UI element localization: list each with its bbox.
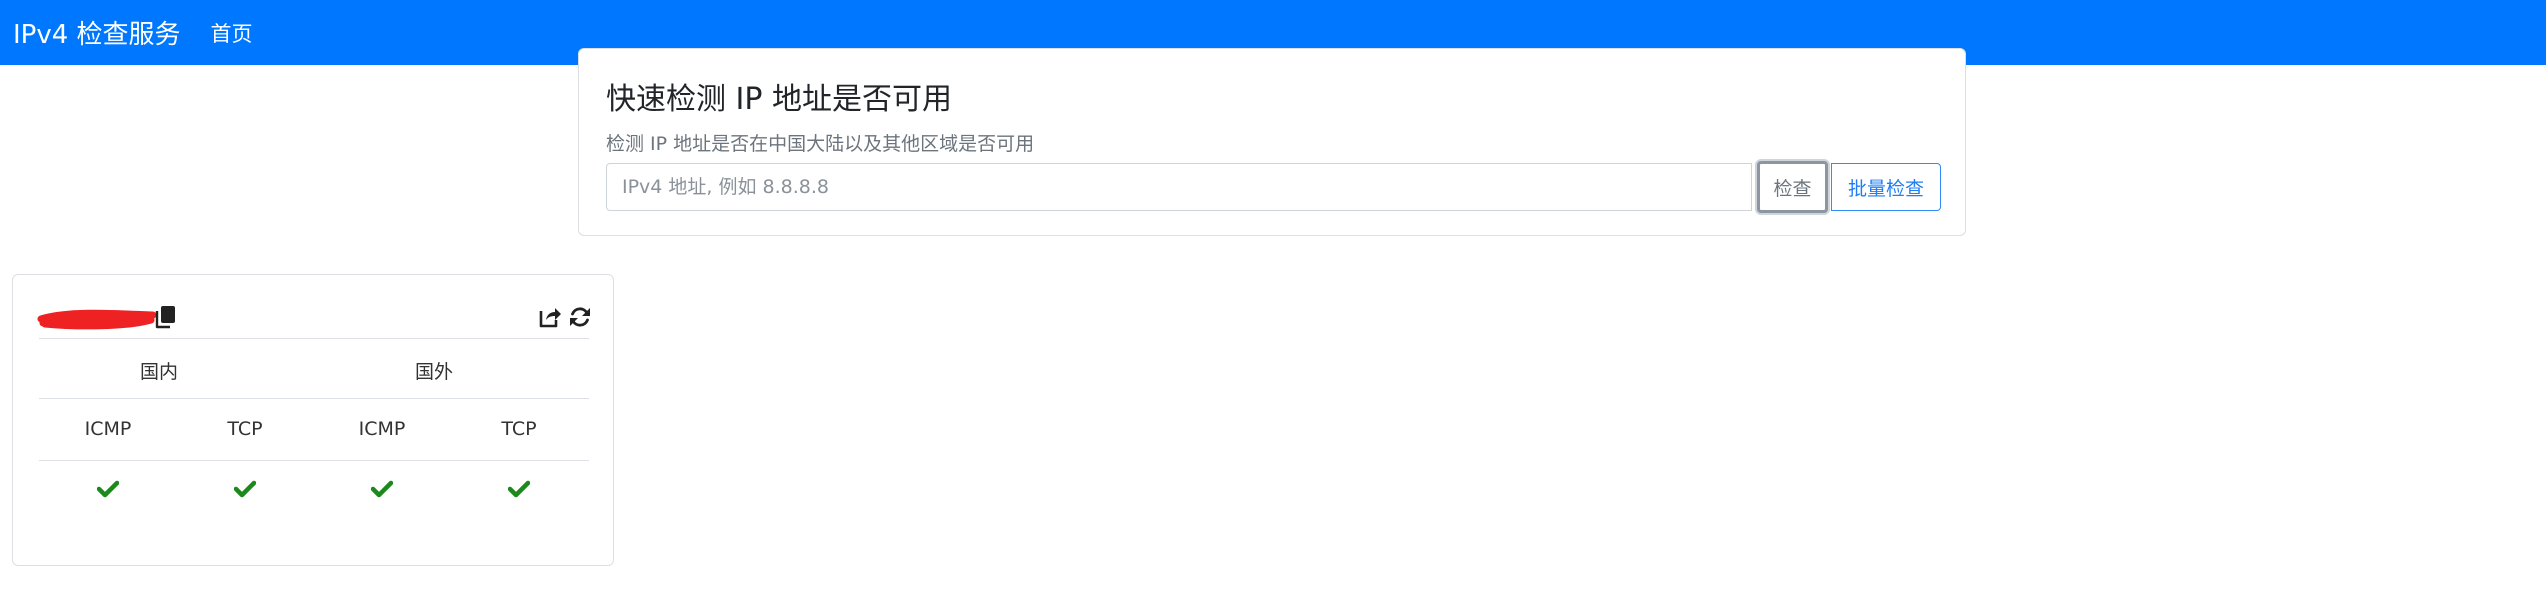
column-header-tcp: TCP xyxy=(227,418,263,440)
quick-check-card: 快速检测 IP 地址是否可用 检测 IP 地址是否在中国大陆以及其他区域是否可用… xyxy=(578,48,1966,236)
divider xyxy=(39,338,589,339)
copy-icon[interactable] xyxy=(155,305,177,329)
result-card: 国内 国外 ICMP TCP ICMP TCP xyxy=(12,274,614,566)
redacted-ip-scribble xyxy=(37,309,157,330)
batch-check-button[interactable]: 批量检查 xyxy=(1831,163,1941,211)
check-icon xyxy=(97,480,119,498)
brand-link[interactable]: IPv4 检查服务 xyxy=(13,14,181,51)
share-icon[interactable] xyxy=(538,305,562,329)
check-icon xyxy=(508,480,530,498)
column-header-icmp: ICMP xyxy=(84,418,132,440)
divider xyxy=(39,460,589,461)
column-header-tcp: TCP xyxy=(501,418,537,440)
group-header-overseas: 国外 xyxy=(414,361,453,383)
column-header-icmp: ICMP xyxy=(358,418,406,440)
refresh-icon[interactable] xyxy=(568,305,592,329)
check-icon xyxy=(234,480,256,498)
check-subtitle: 检测 IP 地址是否在中国大陆以及其他区域是否可用 xyxy=(606,133,1035,155)
check-button[interactable]: 检查 xyxy=(1757,161,1828,213)
divider xyxy=(39,398,589,399)
check-title: 快速检测 IP 地址是否可用 xyxy=(606,82,953,117)
ip-input[interactable] xyxy=(606,163,1752,211)
group-header-domestic: 国内 xyxy=(139,361,178,383)
nav-home-link[interactable]: 首页 xyxy=(211,18,253,48)
check-icon xyxy=(371,480,393,498)
